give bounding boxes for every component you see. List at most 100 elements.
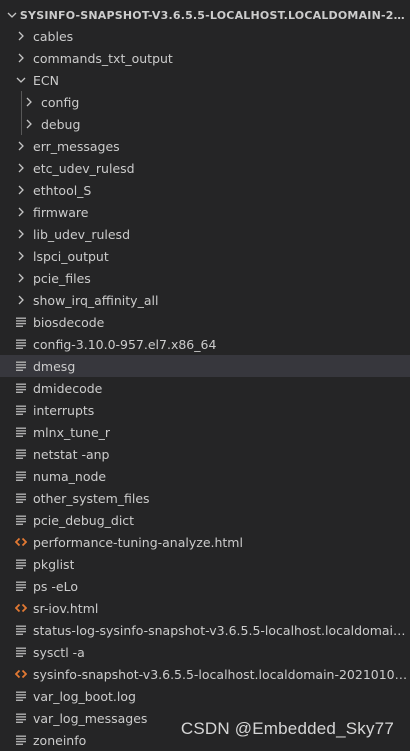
- file-item-config-3-10-0-957-el7-x86-64[interactable]: config-3.10.0-957.el7.x86_64: [0, 333, 410, 355]
- tree-item-label: commands_txt_output: [33, 50, 173, 66]
- tree-item-label: debug: [41, 116, 81, 132]
- tree-item-label: etc_udev_rulesd: [33, 160, 135, 176]
- tree-item-label: config: [41, 94, 80, 110]
- text-file-icon: [14, 311, 28, 333]
- tree-item-label: dmidecode: [33, 380, 103, 396]
- text-file-icon: [14, 443, 28, 465]
- tree-item-label: ps -eLo: [33, 578, 79, 594]
- tree-item-label: sysctl -a: [33, 644, 85, 660]
- text-file-icon: [14, 619, 28, 641]
- chevron-down-icon[interactable]: [14, 69, 28, 91]
- tree-item-label: biosdecode: [33, 314, 105, 330]
- tree-item-label: lspci_output: [33, 248, 109, 264]
- tree-item-label: status-log-sysinfo-snapshot-v3.6.5.5-loc…: [33, 622, 410, 638]
- folder-item-lspci-output[interactable]: lspci_output: [0, 245, 410, 267]
- tree-item-label: ethtool_S: [33, 182, 92, 198]
- file-item-dmesg[interactable]: dmesg: [0, 355, 410, 377]
- tree-item-label: pcie_files: [33, 270, 91, 286]
- tree-item-label: other_system_files: [33, 490, 150, 506]
- tree-item-label: sysinfo-snapshot-v3.6.5.5-localhost.loca…: [33, 666, 410, 682]
- text-file-icon: [14, 333, 28, 355]
- watermark-text: CSDN @Embedded_Sky77: [180, 719, 394, 738]
- chevron-right-icon[interactable]: [14, 245, 28, 267]
- tree-item-label: dmesg: [33, 358, 76, 374]
- folder-item-cables[interactable]: cables: [0, 25, 410, 47]
- text-file-icon: [14, 509, 28, 531]
- chevron-right-icon[interactable]: [14, 179, 28, 201]
- tree-item-label: var_log_boot.log: [33, 688, 136, 704]
- tree-item-label: sr-iov.html: [33, 600, 99, 616]
- chevron-down-icon[interactable]: [4, 7, 20, 23]
- file-item-sysinfo-snapshot-v3-6-5-5-localhost-localdomain-20210109-1523[interactable]: sysinfo-snapshot-v3.6.5.5-localhost.loca…: [0, 663, 410, 685]
- chevron-right-icon[interactable]: [14, 25, 28, 47]
- folder-item-show-irq-affinity-all[interactable]: show_irq_affinity_all: [0, 289, 410, 311]
- folder-item-err-messages[interactable]: err_messages: [0, 135, 410, 157]
- text-file-icon: [14, 729, 28, 751]
- file-item-dmidecode[interactable]: dmidecode: [0, 377, 410, 399]
- html-file-icon: [14, 531, 28, 553]
- tree-item-label: config-3.10.0-957.el7.x86_64: [33, 336, 217, 352]
- folder-item-ethtool-s[interactable]: ethtool_S: [0, 179, 410, 201]
- text-file-icon: [14, 421, 28, 443]
- file-item-interrupts[interactable]: interrupts: [0, 399, 410, 421]
- text-file-icon: [14, 707, 28, 729]
- text-file-icon: [14, 553, 28, 575]
- file-item-biosdecode[interactable]: biosdecode: [0, 311, 410, 333]
- folder-item-config[interactable]: config: [0, 91, 410, 113]
- text-file-icon: [14, 575, 28, 597]
- html-file-icon: [14, 597, 28, 619]
- chevron-right-icon[interactable]: [14, 135, 28, 157]
- text-file-icon: [14, 355, 28, 377]
- text-file-icon: [14, 487, 28, 509]
- text-file-icon: [14, 641, 28, 663]
- explorer-folder-title: SYSINFO-SNAPSHOT-V3.6.5.5-LOCALHOST.LOCA…: [19, 8, 410, 22]
- file-item-other-system-files[interactable]: other_system_files: [0, 487, 410, 509]
- folder-item-etc-udev-rulesd[interactable]: etc_udev_rulesd: [0, 157, 410, 179]
- tree-item-label: pcie_debug_dict: [33, 512, 135, 528]
- chevron-right-icon[interactable]: [14, 289, 28, 311]
- chevron-right-icon[interactable]: [22, 113, 36, 135]
- tree-item-label: numa_node: [33, 468, 107, 484]
- tree-item-label: firmware: [33, 204, 89, 220]
- folder-item-lib-udev-rulesd[interactable]: lib_udev_rulesd: [0, 223, 410, 245]
- folder-item-pcie-files[interactable]: pcie_files: [0, 267, 410, 289]
- folder-item-debug[interactable]: debug: [0, 113, 410, 135]
- file-item-numa-node[interactable]: numa_node: [0, 465, 410, 487]
- html-file-icon: [14, 663, 28, 685]
- file-item-performance-tuning-analyze-html[interactable]: performance-tuning-analyze.html: [0, 531, 410, 553]
- text-file-icon: [14, 685, 28, 707]
- tree-item-label: mlnx_tune_r: [33, 424, 111, 440]
- folder-item-firmware[interactable]: firmware: [0, 201, 410, 223]
- tree-item-label: var_log_messages: [33, 710, 148, 726]
- file-item-sr-iov-html[interactable]: sr-iov.html: [0, 597, 410, 619]
- tree-item-label: interrupts: [33, 402, 95, 418]
- tree-item-label: netstat -anp: [33, 446, 110, 462]
- text-file-icon: [14, 377, 28, 399]
- tree-item-label: pkglist: [33, 556, 75, 572]
- chevron-right-icon[interactable]: [14, 157, 28, 179]
- chevron-right-icon[interactable]: [14, 47, 28, 69]
- chevron-right-icon[interactable]: [14, 201, 28, 223]
- folder-item-ecn[interactable]: ECN: [0, 69, 410, 91]
- file-item-pcie-debug-dict[interactable]: pcie_debug_dict: [0, 509, 410, 531]
- folder-item-commands-txt-output[interactable]: commands_txt_output: [0, 47, 410, 69]
- file-item-ps-elo[interactable]: ps -eLo: [0, 575, 410, 597]
- indent-guide: [21, 91, 22, 113]
- file-item-var-log-boot-log[interactable]: var_log_boot.log: [0, 685, 410, 707]
- file-item-netstat-anp[interactable]: netstat -anp: [0, 443, 410, 465]
- tree-item-label: ECN: [33, 72, 59, 88]
- file-item-status-log-sysinfo-snapshot-v3-6-5-5-localhost-localdomain-2021[interactable]: status-log-sysinfo-snapshot-v3.6.5.5-loc…: [0, 619, 410, 641]
- tree-item-label: cables: [33, 28, 74, 44]
- tree-item-label: err_messages: [33, 138, 120, 154]
- text-file-icon: [14, 399, 28, 421]
- file-item-pkglist[interactable]: pkglist: [0, 553, 410, 575]
- tree-item-label: show_irq_affinity_all: [33, 292, 159, 308]
- chevron-right-icon[interactable]: [14, 267, 28, 289]
- file-item-sysctl-a[interactable]: sysctl -a: [0, 641, 410, 663]
- chevron-right-icon[interactable]: [22, 91, 36, 113]
- file-item-mlnx-tune-r[interactable]: mlnx_tune_r: [0, 421, 410, 443]
- tree-item-label: performance-tuning-analyze.html: [33, 534, 243, 550]
- file-explorer: SYSINFO-SNAPSHOT-V3.6.5.5-LOCALHOST.LOCA…: [0, 0, 410, 750]
- chevron-right-icon[interactable]: [14, 223, 28, 245]
- tree-item-label: zoneinfo: [33, 732, 87, 748]
